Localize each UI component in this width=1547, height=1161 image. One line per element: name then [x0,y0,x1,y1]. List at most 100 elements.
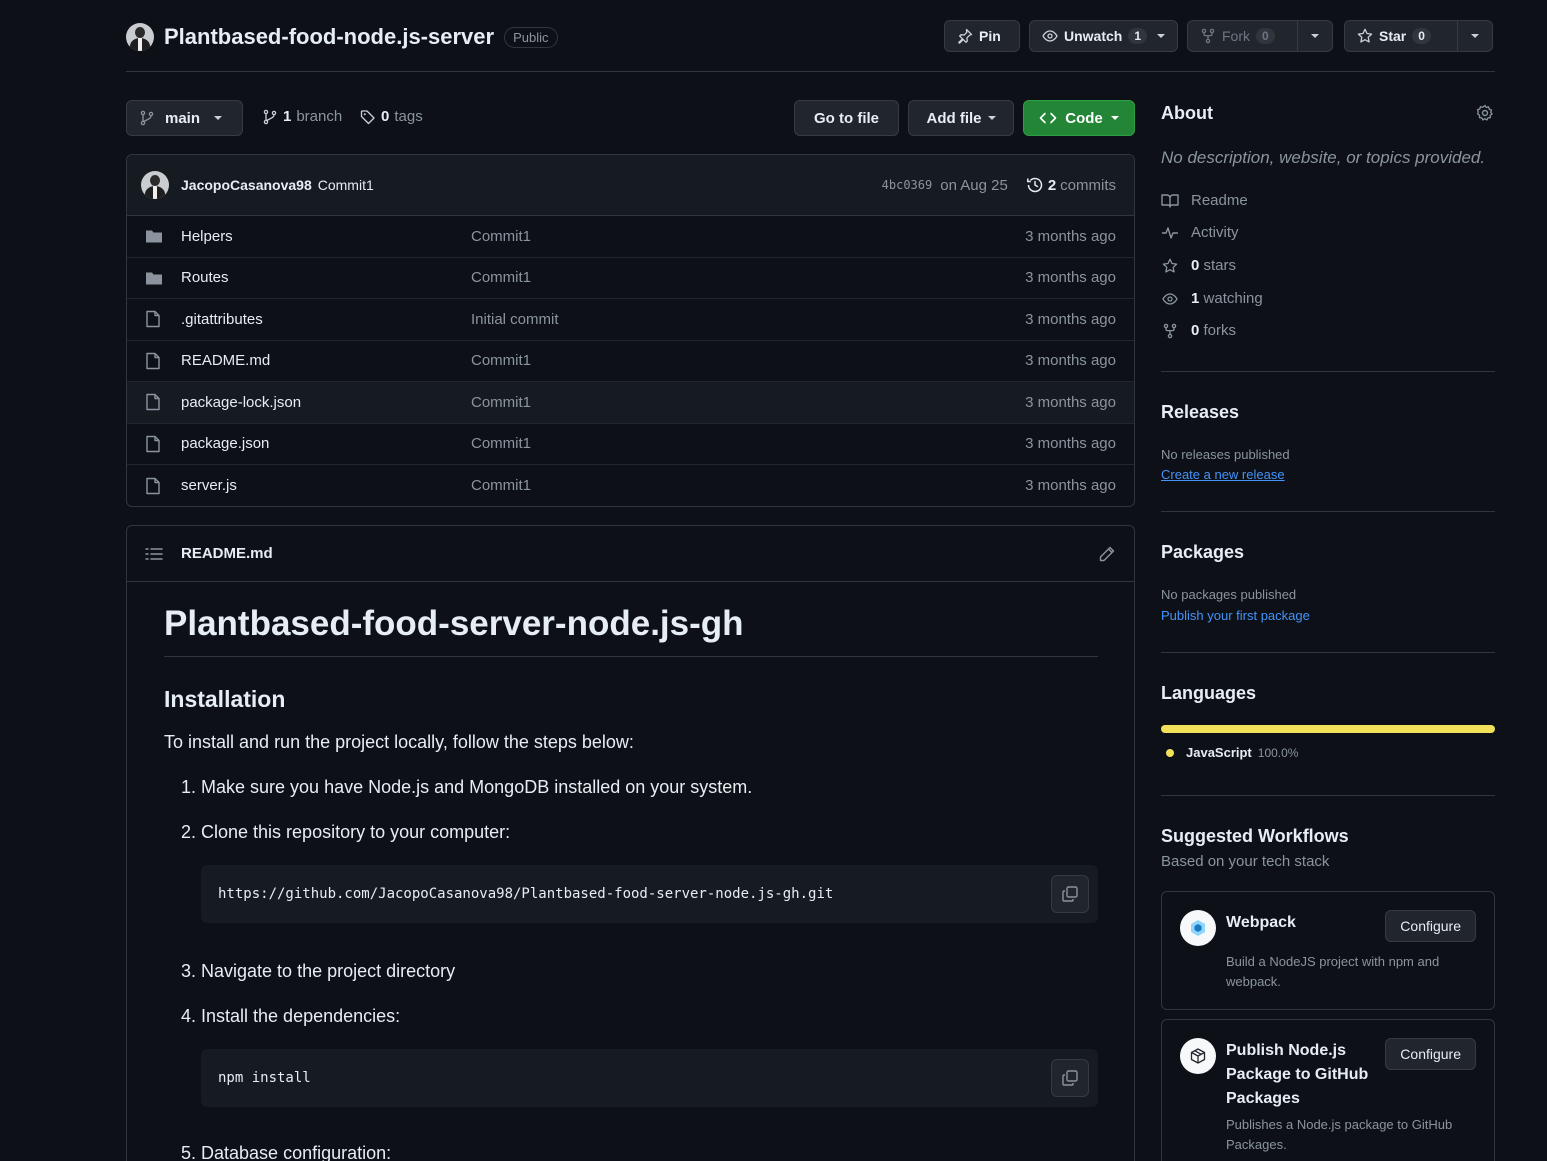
commit-date: on Aug 25 [940,176,1008,194]
branch-icon [262,109,278,125]
file-commit-message[interactable]: Initial commit [471,311,559,328]
code-button[interactable]: Code [1023,100,1135,136]
sidebar-divider [1161,652,1495,653]
sidebar-divider [1161,371,1495,372]
branch-count-label: branch [296,108,343,125]
repo-header: Plantbased-food-node.js-server Public [126,22,558,52]
unwatch-button[interactable]: Unwatch 1 [1029,20,1178,52]
language-item[interactable]: JavaScript 100.0% [1166,745,1298,760]
tags-link[interactable]: 0 tags [360,108,423,125]
file-name[interactable]: Helpers [181,228,233,245]
file-age: 3 months ago [1025,477,1116,495]
file-icon [145,393,161,411]
configure-label: Configure [1400,918,1461,934]
pulse-icon [1161,225,1179,241]
file-commit-message[interactable]: Commit1 [471,269,531,286]
fork-dropdown-button[interactable] [1297,20,1333,52]
file-name[interactable]: package-lock.json [181,394,301,411]
workflows-heading: Suggested Workflows [1161,826,1349,846]
file-row[interactable]: .gitattributes Initial commit 3 months a… [127,299,1134,341]
fork-button[interactable]: Fork 0 [1187,20,1298,52]
readme-filename[interactable]: README.md [181,545,273,562]
code-text[interactable]: https://github.com/JacopoCasanova98/Plan… [218,886,833,902]
commit-sha[interactable]: 4bc0369 [882,178,933,192]
tag-count-label: tags [394,108,423,125]
readme-step-4: 4. Install the dependencies: [181,1006,401,1026]
commit-message[interactable]: Commit1 [318,177,374,193]
create-release-link[interactable]: Create a new release [1161,467,1495,482]
file-name[interactable]: Routes [181,269,229,286]
repo-name[interactable]: Plantbased-food-node.js-server [164,24,494,50]
chevron-down-icon [1110,116,1119,120]
stars-count: 0 [1191,257,1200,274]
forks-link[interactable]: 0 forks [1161,322,1495,339]
code-label: Code [1065,109,1103,127]
owner-avatar[interactable] [126,23,154,51]
readme-header: README.md [127,526,1134,582]
list-icon[interactable] [145,546,163,562]
commits-link[interactable]: 2 commits [1026,176,1116,194]
copy-button[interactable] [1051,1059,1089,1097]
visibility-badge: Public [504,26,558,48]
packages-empty: No packages published [1161,587,1297,602]
go-to-file-button[interactable]: Go to file [794,100,899,136]
readme-step-2: 2. Clone this repository to your compute… [181,822,511,842]
copy-button[interactable] [1051,875,1089,913]
workflow-description: Publishes a Node.js package to GitHub Pa… [1226,1117,1453,1152]
file-name[interactable]: README.md [181,352,270,369]
file-commit-message[interactable]: Commit1 [471,352,531,369]
packages-heading[interactable]: Packages [1161,542,1495,563]
chevron-down-icon [214,116,223,120]
file-row[interactable]: README.md Commit1 3 months ago [127,341,1134,382]
releases-heading[interactable]: Releases [1161,402,1495,423]
pencil-icon[interactable] [1098,545,1116,563]
gear-icon[interactable] [1476,104,1494,122]
code-text[interactable]: npm install [218,1070,311,1086]
file-row[interactable]: Helpers Commit1 3 months ago [127,216,1134,258]
configure-button[interactable]: Configure [1385,910,1476,942]
watch-count: 1 [1128,28,1148,44]
file-commit-message[interactable]: Commit1 [471,477,531,494]
commit-author[interactable]: JacopoCasanova98 [181,177,312,193]
stars-link[interactable]: 0 stars [1161,257,1495,274]
star-button[interactable]: Star 0 [1344,20,1458,52]
language-color-dot [1166,748,1174,757]
sidebar-divider [1161,795,1495,796]
sidebar-divider [1161,511,1495,512]
file-name[interactable]: .gitattributes [181,311,263,328]
publish-package-link[interactable]: Publish your first package [1161,608,1495,623]
readme-panel: README.md Plantbased-food-server-node.js… [126,525,1135,1161]
add-file-button[interactable]: Add file [908,100,1014,136]
file-row[interactable]: package-lock.json Commit1 3 months ago [127,382,1134,424]
readme-link[interactable]: Readme [1161,192,1495,209]
book-icon [1161,193,1179,209]
workflow-title: Webpack [1226,914,1296,931]
watching-link[interactable]: 1 watching [1161,290,1495,307]
about-heading: About [1161,103,1213,123]
add-file-label: Add file [926,109,982,127]
workflows-subtitle: Based on your tech stack [1161,853,1330,870]
branches-link[interactable]: 1 branch [262,108,342,125]
file-row[interactable]: package.json Commit1 3 months ago [127,424,1134,465]
readme-intro: To install and run the project locally, … [164,732,634,752]
unwatch-label: Unwatch [1064,28,1123,44]
file-commit-message[interactable]: Commit1 [471,394,531,411]
folder-icon [145,270,163,286]
pin-button[interactable]: Pin [944,20,1020,52]
activity-link[interactable]: Activity [1161,224,1495,241]
file-commit-message[interactable]: Commit1 [471,228,531,245]
file-name[interactable]: server.js [181,477,237,494]
file-commit-message[interactable]: Commit1 [471,435,531,452]
branch-selector[interactable]: main [126,100,243,136]
readme-link-label: Readme [1191,192,1248,209]
file-row[interactable]: server.js Commit1 3 months ago [127,465,1134,506]
file-age: 3 months ago [1025,352,1116,370]
configure-button[interactable]: Configure [1385,1038,1476,1070]
file-row[interactable]: Routes Commit1 3 months ago [127,258,1134,299]
star-dropdown-button[interactable] [1457,20,1493,52]
file-name[interactable]: package.json [181,435,269,452]
commit-author-avatar[interactable] [141,171,169,199]
workflow-title-line: Package to GitHub [1226,1066,1369,1083]
fork-icon [1161,323,1179,339]
h1-divider [164,656,1098,657]
